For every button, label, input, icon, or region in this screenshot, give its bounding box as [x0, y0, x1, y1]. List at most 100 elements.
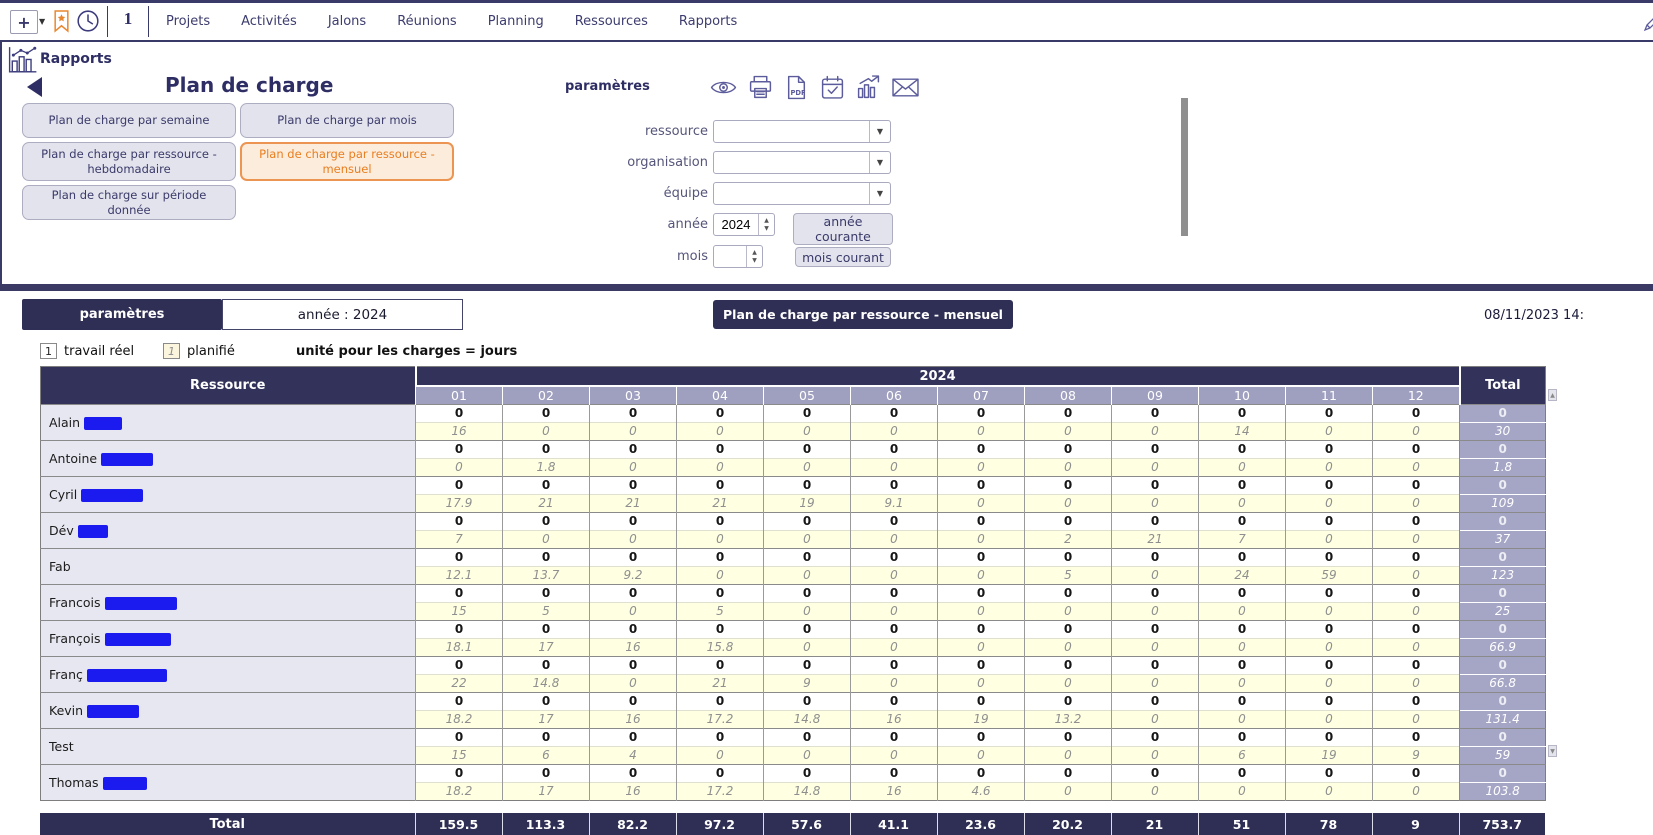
page-indicator[interactable]: 1	[109, 9, 147, 29]
real-cell: 0	[503, 585, 590, 603]
planned-cell: 0	[1373, 675, 1460, 693]
planned-cell: 0	[938, 459, 1025, 477]
mois-spinner[interactable]: ▲▼	[713, 245, 763, 268]
ressource-input[interactable]	[714, 121, 869, 142]
report-button-plan-de-charge-par-mois[interactable]: Plan de charge par mois	[240, 103, 454, 138]
window-left-border	[0, 3, 2, 291]
print-icon[interactable]	[748, 75, 773, 100]
real-cell: 0	[1373, 729, 1460, 747]
menu-item-projets[interactable]: Projets	[166, 14, 210, 29]
redaction-box	[81, 489, 143, 502]
menu-item-planning[interactable]: Planning	[488, 14, 544, 29]
real-cell: 0	[764, 621, 851, 639]
real-cell: 0	[677, 585, 764, 603]
real-cell: 0	[851, 621, 938, 639]
planned-cell: 21	[677, 675, 764, 693]
planned-total-cell: 1.8	[1460, 459, 1546, 477]
new-item-button[interactable]: +	[10, 10, 38, 34]
real-cell: 0	[416, 693, 503, 711]
planned-cell: 7	[1199, 531, 1286, 549]
planned-cell: 0	[677, 423, 764, 441]
chevron-down-icon[interactable]: ▼	[39, 17, 45, 26]
menu-item-activites[interactable]: Activités	[241, 14, 297, 29]
planned-cell: 17	[503, 711, 590, 729]
real-cell: 0	[1199, 693, 1286, 711]
chart-report-icon[interactable]	[856, 75, 881, 100]
report-button-plan-de-charge-sur-periode-donnee[interactable]: Plan de charge sur période donnée	[22, 185, 236, 220]
real-cell: 0	[1373, 477, 1460, 495]
annee-courante-button[interactable]: année courante	[793, 213, 893, 245]
planned-cell: 0	[1112, 459, 1199, 477]
planned-cell: 0	[1112, 603, 1199, 621]
clock-history-icon[interactable]	[76, 9, 100, 33]
real-cell: 0	[590, 477, 677, 495]
organisation-input[interactable]	[714, 152, 869, 173]
planned-cell: 6	[1199, 747, 1286, 765]
real-cell: 0	[1025, 441, 1112, 459]
menu-item-reunions[interactable]: Réunions	[397, 14, 457, 29]
calendar-check-icon[interactable]	[820, 75, 845, 100]
parameters-tab[interactable]: paramètres	[22, 299, 222, 330]
real-cell: 0	[1199, 765, 1286, 783]
planned-cell: 0	[764, 603, 851, 621]
planned-cell: 0	[764, 423, 851, 441]
organisation-select[interactable]: ▼	[713, 151, 891, 174]
real-cell: 0	[503, 729, 590, 747]
total-row-container: Total159.5113.382.297.257.641.123.620.22…	[40, 813, 1545, 835]
parameters-label: paramètres	[565, 79, 650, 94]
real-cell: 0	[1025, 513, 1112, 531]
real-cell: 0	[590, 765, 677, 783]
real-cell: 0	[416, 477, 503, 495]
menu-item-rapports[interactable]: Rapports	[679, 14, 737, 29]
report-button-plan-de-charge-par-semaine[interactable]: Plan de charge par semaine	[22, 103, 236, 138]
redaction-box	[87, 669, 167, 682]
email-icon[interactable]	[892, 78, 919, 97]
table-scroll-up-icon[interactable]: ▲	[1548, 389, 1557, 401]
planned-cell: 0	[851, 603, 938, 621]
menu-item-ressources[interactable]: Ressources	[575, 14, 648, 29]
spinner-arrows-icon[interactable]: ▲▼	[758, 214, 774, 235]
menu-item-jalons[interactable]: Jalons	[328, 14, 366, 29]
real-total-cell: 0	[1460, 693, 1546, 711]
preview-eye-icon[interactable]	[710, 78, 737, 97]
legend-real-swatch: 1	[40, 343, 57, 359]
real-cell: 0	[764, 513, 851, 531]
report-button-plan-de-charge-par-ressource-mensuel[interactable]: Plan de charge par ressource - mensuel	[240, 142, 454, 181]
ressource-select[interactable]: ▼	[713, 120, 891, 143]
annee-input[interactable]	[714, 214, 758, 235]
report-button-plan-de-charge-par-ressource-hebdomadaire[interactable]: Plan de charge par ressource - hebdomada…	[22, 142, 236, 181]
spinner-arrows-icon[interactable]: ▲▼	[746, 246, 762, 267]
real-cell: 0	[938, 477, 1025, 495]
dropdown-arrow-icon[interactable]: ▼	[869, 152, 890, 173]
section-label: Rapports	[40, 51, 112, 67]
vertical-scrollbar-thumb[interactable]	[1181, 98, 1188, 236]
bookmark-icon[interactable]	[52, 9, 71, 33]
toolbar-separator	[148, 6, 149, 37]
resource-name: Francois	[41, 585, 416, 621]
table-scroll-down-icon[interactable]: ▼	[1548, 745, 1557, 757]
real-cell: 0	[503, 765, 590, 783]
export-pdf-icon[interactable]: PDF	[784, 75, 809, 100]
mois-input[interactable]	[714, 246, 746, 267]
equipe-input[interactable]	[714, 183, 869, 204]
workload-table-container: Ressource2024Total0102030405060708091011…	[40, 366, 1546, 801]
equipe-select[interactable]: ▼	[713, 182, 891, 205]
planned-cell: 0	[590, 603, 677, 621]
real-cell: 0	[938, 585, 1025, 603]
resource-name-text: Fab	[49, 559, 71, 574]
month-header-06: 06	[851, 386, 938, 405]
real-cell: 0	[590, 549, 677, 567]
real-cell: 0	[590, 621, 677, 639]
dropdown-arrow-icon[interactable]: ▼	[869, 121, 890, 142]
real-cell: 0	[1025, 549, 1112, 567]
real-cell: 0	[851, 693, 938, 711]
mois-courant-button[interactable]: mois courant	[795, 247, 891, 267]
dropdown-arrow-icon[interactable]: ▼	[869, 183, 890, 204]
back-arrow-button[interactable]	[27, 77, 42, 97]
real-cell: 0	[1199, 513, 1286, 531]
real-cell: 0	[938, 621, 1025, 639]
pencil-icon[interactable]	[1642, 13, 1653, 33]
annee-spinner[interactable]: ▲▼	[713, 213, 775, 236]
real-cell: 0	[1025, 585, 1112, 603]
real-cell: 0	[851, 585, 938, 603]
